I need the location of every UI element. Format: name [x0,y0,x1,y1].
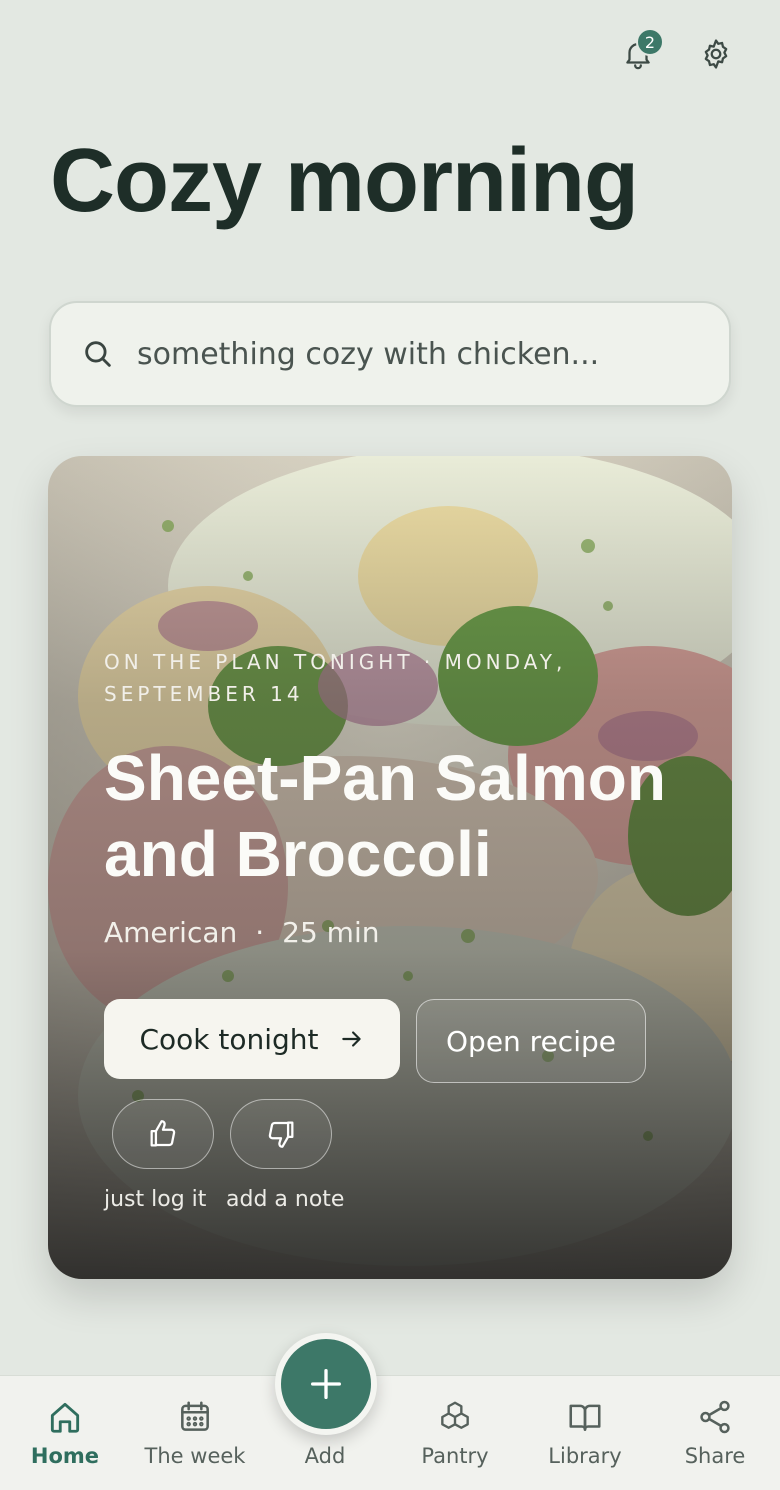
search-bar[interactable] [49,301,731,407]
open-recipe-label: Open recipe [446,1024,616,1058]
search-input[interactable] [137,336,677,372]
nav-share-label: Share [684,1444,746,1468]
cook-tonight-label: Cook tonight [139,1022,319,1056]
book-icon [569,1404,601,1431]
nav-home-label: Home [30,1444,100,1468]
arrow-right-icon [341,1031,361,1047]
nav-home[interactable]: Home [0,1398,130,1468]
nav-the-week[interactable]: The week [130,1398,260,1468]
nav-share[interactable]: Share [650,1398,780,1468]
nav-library[interactable]: Library [520,1398,650,1468]
share-icon [700,1400,730,1434]
thumbs-down-icon [268,1121,294,1148]
nav-pantry[interactable]: Pantry [390,1398,520,1468]
notification-badge: 2 [636,28,664,56]
cook-tonight-button[interactable]: Cook tonight [104,999,400,1079]
recipe-title: Sheet-Pan Salmon and Broccoli [104,742,666,890]
nav-library-label: Library [548,1444,622,1468]
notifications-button[interactable]: 2 [614,28,664,78]
meta-separator: · [255,916,265,949]
recipe-duration: 25 min [282,916,380,949]
like-caption: just log it [104,1187,207,1212]
like-button[interactable] [112,1099,214,1169]
calendar-icon [181,1401,209,1431]
gear-icon [704,39,728,69]
card-actions: Cook tonight Open recipe [104,999,692,1083]
nav-pantry-label: Pantry [421,1444,489,1468]
nav-add-label: Add [304,1444,346,1468]
feedback-captions: just log it add a note [104,1187,692,1212]
top-actions: 2 [614,28,740,78]
recipe-meta: American · 25 min [104,916,692,949]
add-button[interactable] [275,1333,377,1435]
plan-eyebrow: On the plan tonight · Monday, September … [104,650,567,706]
page-title: Cozy morning [50,131,639,231]
boxes-icon [441,1401,469,1429]
dislike-caption: add a note [226,1187,345,1212]
card-content: On the plan tonight · Monday, September … [104,646,692,1212]
nav-the-week-label: The week [144,1444,246,1468]
plus-icon [311,1369,341,1399]
dislike-button[interactable] [230,1099,332,1169]
settings-button[interactable] [692,30,740,78]
home-icon [50,1402,80,1433]
feedback-buttons [112,1099,692,1169]
thumbs-up-icon [150,1120,176,1147]
bottom-nav: Home The week Add Pantry Library Share [0,1375,780,1490]
recipe-cuisine: American [104,916,238,949]
open-recipe-button[interactable]: Open recipe [416,999,646,1083]
search-icon [85,341,111,367]
tonight-plan-card: On the plan tonight · Monday, September … [48,456,732,1279]
